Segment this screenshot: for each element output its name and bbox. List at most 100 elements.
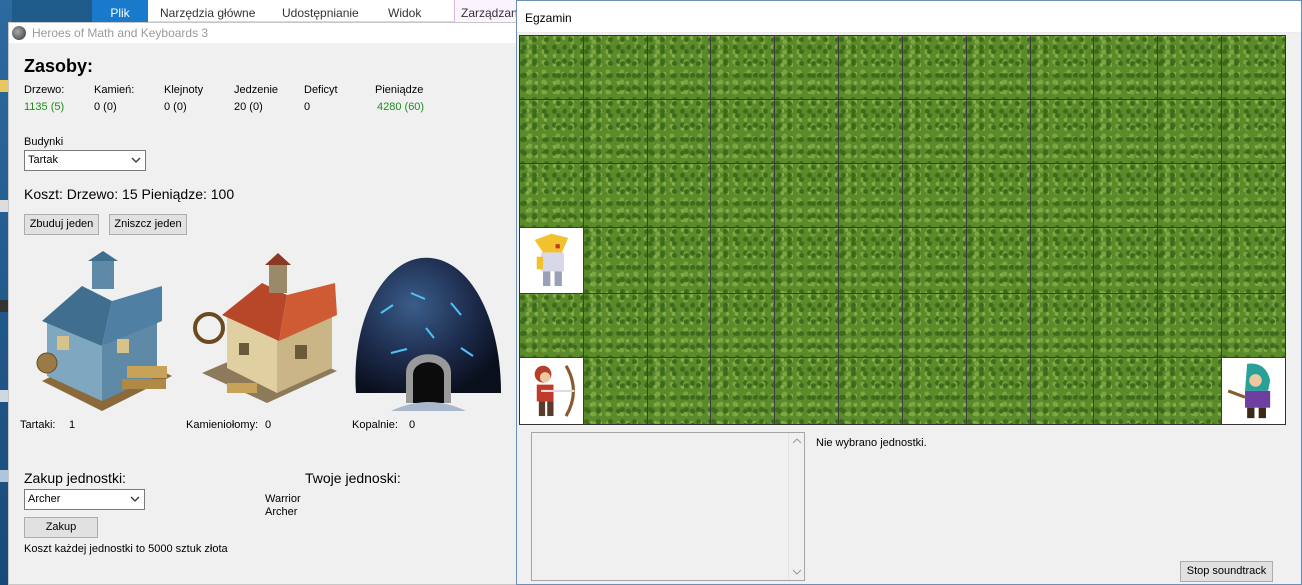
grass-tile[interactable] bbox=[839, 358, 902, 424]
grass-tile[interactable] bbox=[647, 36, 711, 99]
grass-tile[interactable] bbox=[647, 358, 711, 424]
grass-tile[interactable] bbox=[966, 294, 1030, 358]
grass-tile[interactable] bbox=[520, 99, 583, 163]
building-select[interactable]: Tartak bbox=[24, 150, 146, 171]
owned-unit-item: Archer bbox=[265, 506, 298, 518]
grass-tile[interactable] bbox=[1222, 163, 1285, 227]
buildings-label: Budynki bbox=[24, 136, 64, 148]
grass-tile[interactable] bbox=[775, 99, 839, 163]
grass-tile[interactable] bbox=[1094, 36, 1158, 99]
grass-tile[interactable] bbox=[583, 163, 647, 227]
grass-tile[interactable] bbox=[1094, 294, 1158, 358]
resources-heading: Zasoby: bbox=[24, 56, 94, 76]
stop-soundtrack-button[interactable]: Stop soundtrack bbox=[1180, 561, 1273, 582]
grass-tile[interactable] bbox=[1158, 294, 1222, 358]
grass-tile[interactable] bbox=[647, 163, 711, 227]
grass-tile[interactable] bbox=[1158, 227, 1222, 294]
scroll-down-icon[interactable] bbox=[790, 567, 804, 577]
resources-window: Heroes of Math and Keyboards 3 Zasoby: D… bbox=[8, 22, 520, 585]
grass-tile[interactable] bbox=[711, 163, 775, 227]
unit-tile[interactable] bbox=[520, 227, 583, 294]
grass-tile[interactable] bbox=[1030, 227, 1094, 294]
unit-select[interactable]: Archer bbox=[24, 489, 145, 510]
grass-tile[interactable] bbox=[839, 227, 902, 294]
grass-tile[interactable] bbox=[1094, 163, 1158, 227]
grass-tile[interactable] bbox=[583, 227, 647, 294]
grass-tile[interactable] bbox=[520, 163, 583, 227]
grass-tile[interactable] bbox=[583, 294, 647, 358]
grass-tile[interactable] bbox=[966, 358, 1030, 424]
grass-tile[interactable] bbox=[775, 227, 839, 294]
grass-tile[interactable] bbox=[902, 163, 966, 227]
grass-tile[interactable] bbox=[1094, 358, 1158, 424]
unit-tile[interactable] bbox=[520, 358, 583, 424]
grass-tile[interactable] bbox=[839, 99, 902, 163]
sawmills-count-value: 1 bbox=[69, 419, 76, 431]
grass-tile[interactable] bbox=[839, 36, 902, 99]
tab-file[interactable]: Plik bbox=[92, 0, 148, 22]
grass-tile[interactable] bbox=[583, 36, 647, 99]
scroll-up-icon[interactable] bbox=[790, 436, 804, 446]
grass-tile[interactable] bbox=[1222, 227, 1285, 294]
grass-tile[interactable] bbox=[902, 36, 966, 99]
destroy-one-button[interactable]: Zniszcz jeden bbox=[109, 214, 187, 235]
grass-tile[interactable] bbox=[647, 99, 711, 163]
grass-tile[interactable] bbox=[1094, 227, 1158, 294]
buy-unit-button[interactable]: Zakup bbox=[24, 517, 98, 538]
grass-tile[interactable] bbox=[1030, 294, 1094, 358]
grass-tile[interactable] bbox=[966, 163, 1030, 227]
tab-manage[interactable]: Zarządzani bbox=[454, 0, 520, 22]
window-titlebar[interactable]: Heroes of Math and Keyboards 3 bbox=[9, 23, 519, 43]
unit-info-listbox[interactable] bbox=[531, 432, 805, 581]
quarries-count-label: Kamieniołomy: bbox=[186, 419, 259, 431]
grass-tile[interactable] bbox=[1030, 358, 1094, 424]
grass-tile[interactable] bbox=[839, 163, 902, 227]
grass-tile[interactable] bbox=[711, 227, 775, 294]
grass-tile[interactable] bbox=[711, 99, 775, 163]
grass-tile[interactable] bbox=[1094, 99, 1158, 163]
grass-tile[interactable] bbox=[1030, 163, 1094, 227]
tab-view[interactable]: Widok bbox=[382, 0, 427, 22]
grass-tile[interactable] bbox=[1158, 99, 1222, 163]
grass-tile[interactable] bbox=[775, 36, 839, 99]
unit-tile[interactable] bbox=[1222, 358, 1285, 424]
grass-tile[interactable] bbox=[1158, 163, 1222, 227]
window-titlebar[interactable]: Egzamin bbox=[517, 1, 1301, 33]
grass-tile[interactable] bbox=[966, 227, 1030, 294]
grass-tile[interactable] bbox=[1222, 294, 1285, 358]
owned-unit-item: Warrior bbox=[265, 493, 301, 505]
grass-tile[interactable] bbox=[1030, 99, 1094, 163]
game-window: Egzamin Nie wybrano jednostki. Stop soun… bbox=[516, 0, 1302, 585]
grass-tile[interactable] bbox=[1158, 36, 1222, 99]
tab-share[interactable]: Udostępnianie bbox=[276, 0, 365, 22]
grass-tile[interactable] bbox=[966, 36, 1030, 99]
grass-tile[interactable] bbox=[902, 294, 966, 358]
grass-tile[interactable] bbox=[902, 227, 966, 294]
grass-tile[interactable] bbox=[1222, 99, 1285, 163]
grass-tile[interactable] bbox=[775, 294, 839, 358]
grass-tile[interactable] bbox=[711, 294, 775, 358]
grass-tile[interactable] bbox=[775, 163, 839, 227]
grass-tile[interactable] bbox=[902, 358, 966, 424]
grass-tile[interactable] bbox=[583, 99, 647, 163]
resource-stone-label: Kamień: bbox=[94, 84, 135, 96]
grass-tile[interactable] bbox=[1030, 36, 1094, 99]
grass-tile[interactable] bbox=[647, 294, 711, 358]
grass-tile[interactable] bbox=[839, 294, 902, 358]
resource-gems-label: Klejnoty bbox=[164, 84, 204, 96]
grass-tile[interactable] bbox=[1222, 36, 1285, 99]
grass-tile[interactable] bbox=[1158, 358, 1222, 424]
build-one-button[interactable]: Zbuduj jeden bbox=[24, 214, 99, 235]
grass-tile[interactable] bbox=[775, 358, 839, 424]
grass-tile[interactable] bbox=[902, 99, 966, 163]
grass-tile[interactable] bbox=[711, 36, 775, 99]
grass-tile[interactable] bbox=[647, 227, 711, 294]
tab-home[interactable]: Narzędzia główne bbox=[154, 0, 261, 22]
grass-tile[interactable] bbox=[583, 358, 647, 424]
grass-tile[interactable] bbox=[711, 358, 775, 424]
game-board[interactable] bbox=[519, 35, 1286, 425]
vertical-scrollbar[interactable] bbox=[788, 433, 804, 580]
grass-tile[interactable] bbox=[966, 99, 1030, 163]
grass-tile[interactable] bbox=[520, 294, 583, 358]
grass-tile[interactable] bbox=[520, 36, 583, 99]
